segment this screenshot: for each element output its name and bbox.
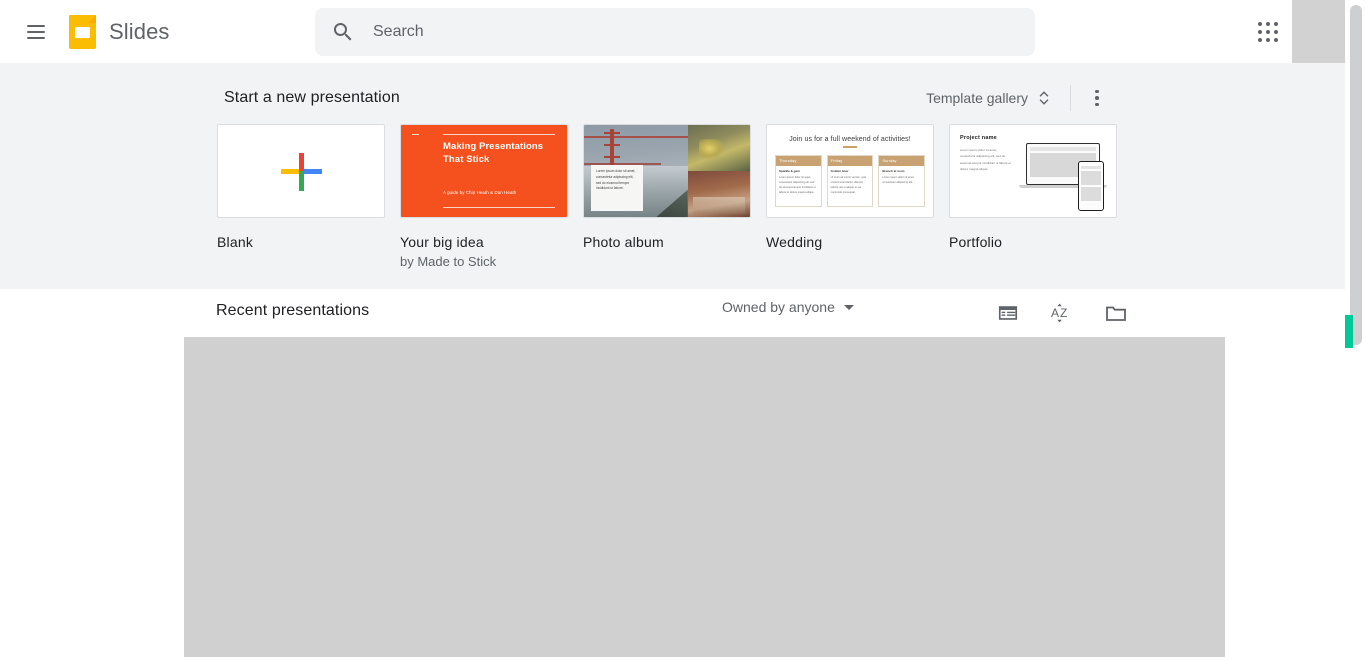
scrollbar-thumb[interactable] xyxy=(1350,5,1362,345)
search-input[interactable] xyxy=(371,8,1035,56)
template-card-wedding[interactable]: Join us for a full weekend of activities… xyxy=(766,124,949,269)
more-options-kebab-icon[interactable] xyxy=(1085,86,1109,110)
slide-credit: A guide by Chip Heath & Dan Heath xyxy=(443,190,517,195)
template-name: Portfolio xyxy=(949,234,1003,250)
column-body: Ut enim ad minim veniam, quis nostrud ex… xyxy=(830,176,867,194)
template-name: Your big idea xyxy=(400,234,484,250)
recent-files-grid-placeholder xyxy=(184,337,1225,657)
svg-text:A: A xyxy=(1051,306,1059,320)
sort-az-icon[interactable]: A Z xyxy=(1044,295,1080,331)
toolbar-divider xyxy=(1070,85,1071,111)
column-day: Sunday xyxy=(879,155,925,166)
column-heading: Sparkle & gem xyxy=(779,168,800,173)
slide-body: Lorem ipsum dolor sit amet, consectetur … xyxy=(960,148,1011,171)
search-icon xyxy=(334,23,352,41)
slide-title: Project name xyxy=(960,135,997,141)
template-subtitle: by Made to Stick xyxy=(400,254,497,269)
template-gallery-label: Template gallery xyxy=(926,90,1028,106)
template-card-blank[interactable]: Blank xyxy=(217,124,400,269)
template-section-header: Start a new presentation Template galler… xyxy=(224,85,1109,111)
column-body: Lorem ipsum dolor sit amet, consectetur … xyxy=(779,176,816,194)
list-view-icon[interactable] xyxy=(990,295,1026,331)
account-avatar[interactable] xyxy=(1292,0,1345,63)
template-card-your-big-idea[interactable]: Making Presentations That Stick A guide … xyxy=(400,124,583,269)
scroll-position-marker xyxy=(1345,315,1353,348)
template-gallery-button[interactable]: Template gallery xyxy=(924,85,1052,111)
owner-filter-dropdown[interactable]: Owned by anyone xyxy=(722,299,854,315)
recent-presentations-toolbar: Recent presentations Owned by anyone A Z xyxy=(0,289,1345,337)
section-title: Start a new presentation xyxy=(224,89,400,106)
open-file-picker-folder-icon[interactable] xyxy=(1098,295,1134,331)
column-heading: Brunch at noon xyxy=(882,168,905,173)
big-idea-thumbnail[interactable]: Making Presentations That Stick A guide … xyxy=(400,124,568,218)
wedding-column: Sunday Brunch at noon Lorem ipsum dolor … xyxy=(878,154,926,207)
blank-plus-thumbnail[interactable] xyxy=(217,124,385,218)
table-photo xyxy=(687,171,750,217)
bridge-photo: Lorem ipsum dolor sit amet, consectetur … xyxy=(584,125,688,217)
template-list: Blank Making Presentations That Stick A … xyxy=(217,124,1132,269)
slide-title: Join us for a full weekend of activities… xyxy=(789,136,911,143)
owner-filter-label: Owned by anyone xyxy=(722,299,835,315)
hamburger-menu-icon[interactable] xyxy=(20,16,52,48)
wedding-column: Thursday Sparkle & gem Lorem ipsum dolor… xyxy=(775,154,822,207)
wedding-column: Friday Golden hour Ut enim ad minim veni… xyxy=(826,154,874,207)
title-underline xyxy=(843,146,857,148)
column-heading: Golden hour xyxy=(830,168,849,173)
start-new-presentation-section: Start a new presentation Template galler… xyxy=(0,63,1345,289)
google-apps-grid-icon[interactable] xyxy=(1254,18,1282,46)
caret-down-icon xyxy=(843,304,854,310)
phone-mockup-icon xyxy=(1078,161,1104,211)
plus-icon xyxy=(281,151,322,191)
portfolio-thumbnail[interactable]: Project name Lorem ipsum dolor sit amet,… xyxy=(949,124,1117,218)
template-name: Wedding xyxy=(766,234,823,250)
wedding-thumbnail[interactable]: Join us for a full weekend of activities… xyxy=(766,124,934,218)
product-name: Slides xyxy=(109,18,170,44)
svg-text:Z: Z xyxy=(1060,306,1067,320)
google-slides-logo-icon xyxy=(69,14,96,49)
photo-album-thumbnail[interactable]: Lorem ipsum dolor sit amet, consectetur … xyxy=(583,124,751,218)
photo-caption: Lorem ipsum dolor sit amet, consectetur … xyxy=(591,165,643,211)
template-name: Photo album xyxy=(583,234,664,250)
slide-title: Making Presentations That Stick xyxy=(443,141,544,165)
column-day: Thursday xyxy=(776,155,821,166)
brand[interactable]: Slides xyxy=(69,14,170,49)
search-bar[interactable] xyxy=(315,8,1035,56)
template-name: Blank xyxy=(217,234,254,250)
template-card-portfolio[interactable]: Project name Lorem ipsum dolor sit amet,… xyxy=(949,124,1132,269)
recent-section-title: Recent presentations xyxy=(216,302,370,319)
template-card-photo-album[interactable]: Lorem ipsum dolor sit amet, consectetur … xyxy=(583,124,766,269)
leaves-photo xyxy=(687,125,750,171)
column-day: Friday xyxy=(827,155,873,166)
app-header: Slides xyxy=(0,0,1366,63)
expand-collapse-chevrons-icon xyxy=(1039,91,1049,105)
column-body: Lorem ipsum dolor sit amet, consectetur … xyxy=(882,176,915,185)
